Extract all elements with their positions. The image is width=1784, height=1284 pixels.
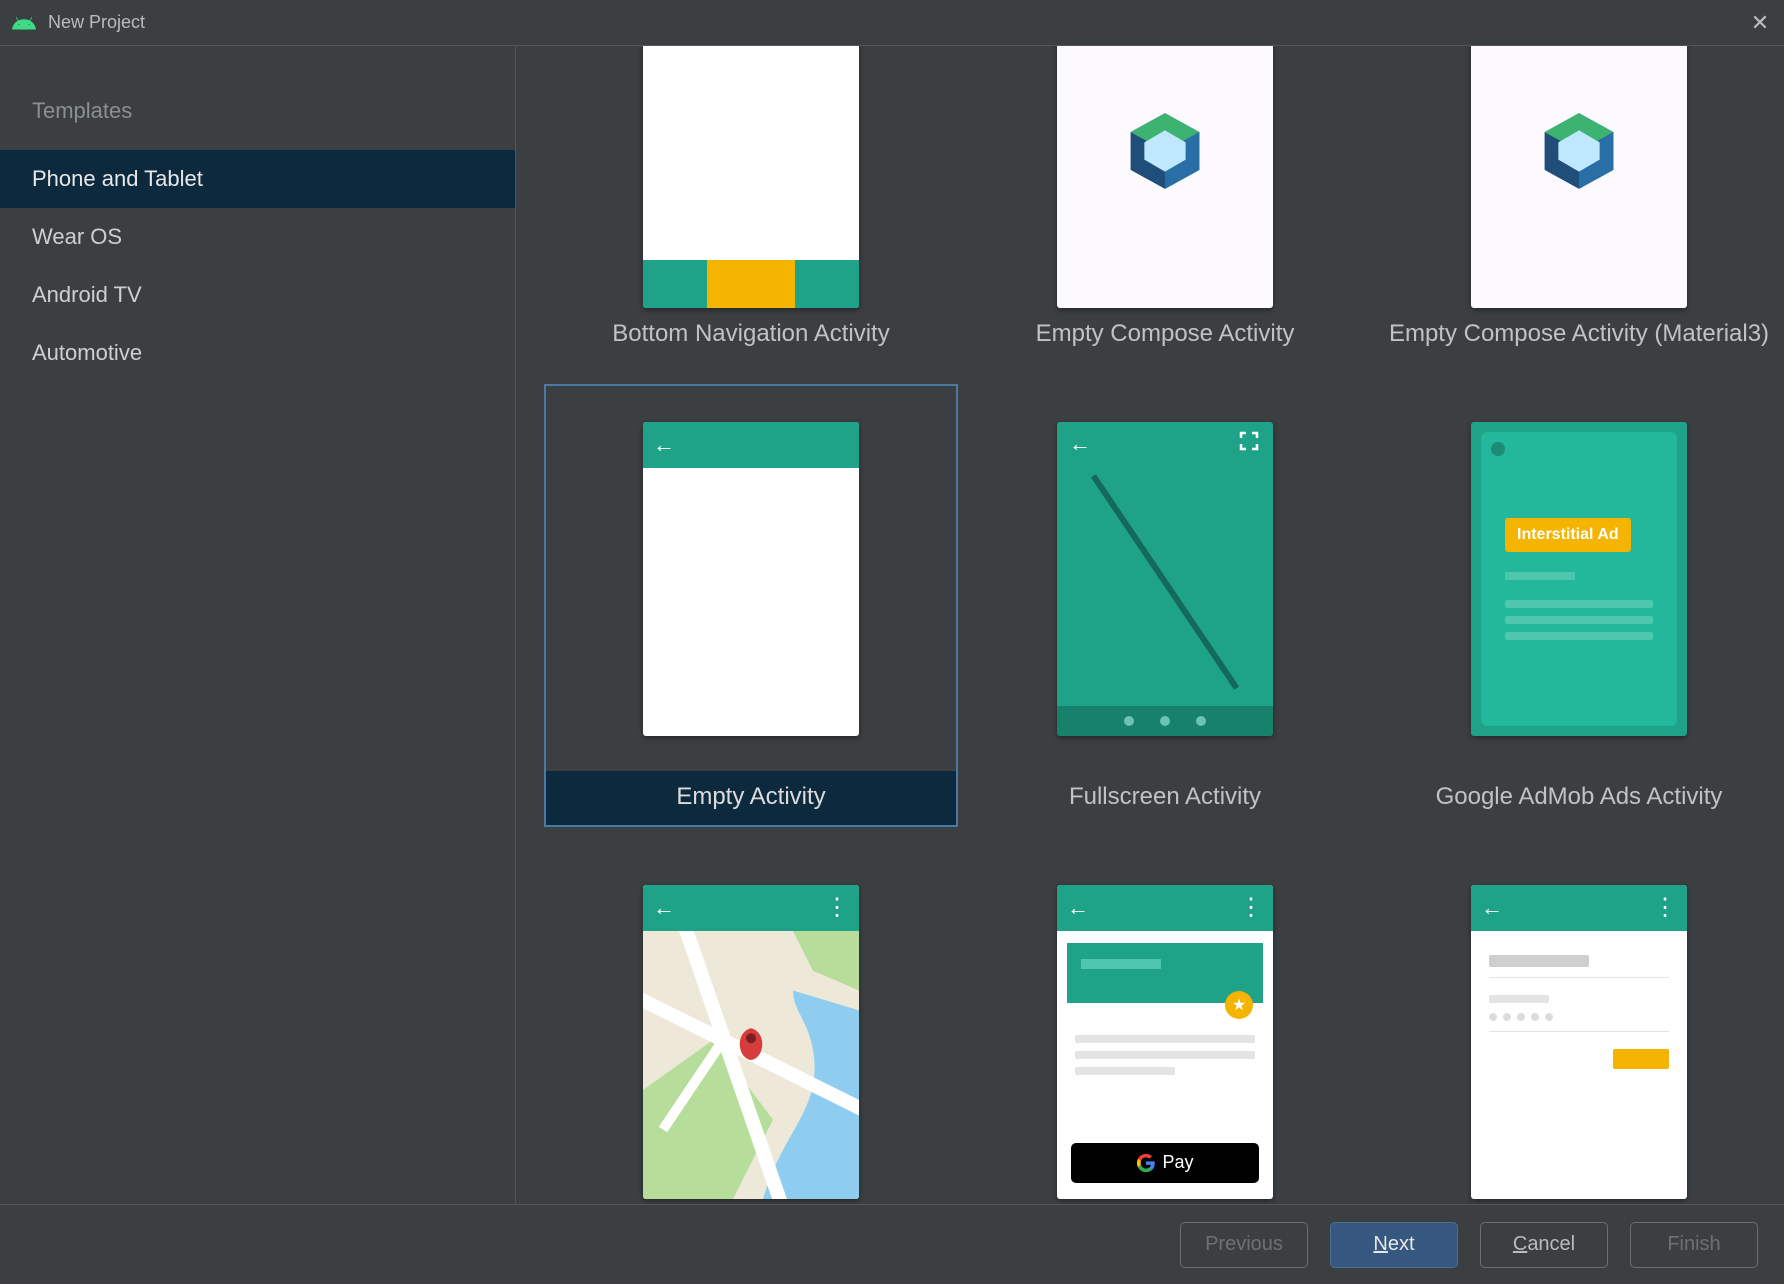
arrow-back-icon bbox=[1069, 431, 1091, 457]
thumbnail bbox=[643, 422, 859, 736]
compose-logo-icon bbox=[1122, 108, 1208, 194]
previous-label: Previous bbox=[1205, 1233, 1283, 1256]
thumbnail bbox=[1471, 46, 1687, 308]
compose-logo-icon bbox=[1536, 108, 1622, 194]
google-pay-button: Pay bbox=[1071, 1143, 1259, 1183]
template-empty-activity[interactable]: Empty Activity bbox=[544, 384, 958, 827]
arrow-back-icon bbox=[1067, 895, 1089, 921]
template-label: Fullscreen Activity bbox=[960, 771, 1370, 825]
sidebar-item-automotive[interactable]: Automotive bbox=[0, 324, 515, 382]
thumbnail bbox=[1057, 46, 1273, 308]
template-label: Empty Compose Activity (Material3) bbox=[1374, 308, 1784, 362]
sidebar-heading: Templates bbox=[0, 86, 515, 150]
sidebar-item-phone-tablet[interactable]: Phone and Tablet bbox=[0, 150, 515, 208]
window-title: New Project bbox=[48, 12, 145, 33]
google-g-icon bbox=[1136, 1153, 1156, 1173]
template-admob[interactable]: Interstitial Ad Google AdMob Ads Activit… bbox=[1372, 384, 1784, 827]
template-fullscreen-activity[interactable]: Fullscreen Activity bbox=[958, 384, 1372, 827]
template-label: Empty Activity bbox=[546, 771, 956, 825]
more-icon bbox=[1653, 893, 1677, 922]
thumbnail: ★ Pay bbox=[1057, 885, 1273, 1199]
more-icon bbox=[1239, 893, 1263, 922]
fullscreen-icon bbox=[1237, 429, 1261, 458]
main-area: Templates Phone and Tablet Wear OS Andro… bbox=[0, 46, 1784, 1204]
cancel-button[interactable]: Cancel bbox=[1480, 1222, 1608, 1268]
sidebar-item-wear-os[interactable]: Wear OS bbox=[0, 208, 515, 266]
sidebar-item-android-tv[interactable]: Android TV bbox=[0, 266, 515, 324]
arrow-back-icon bbox=[653, 895, 675, 921]
titlebar: New Project ✕ bbox=[0, 0, 1784, 46]
template-pay[interactable]: ★ Pay bbox=[958, 847, 1372, 1204]
close-icon[interactable]: ✕ bbox=[1748, 10, 1772, 36]
thumbnail bbox=[1057, 422, 1273, 736]
template-label: Google AdMob Ads Activity bbox=[1374, 771, 1784, 825]
arrow-back-icon bbox=[653, 432, 675, 458]
template-label: Bottom Navigation Activity bbox=[546, 308, 956, 362]
gpay-label: Pay bbox=[1162, 1152, 1193, 1173]
previous-button[interactable]: Previous bbox=[1180, 1222, 1308, 1268]
template-empty-compose-m3[interactable]: Empty Compose Activity (Material3) bbox=[1372, 46, 1784, 364]
finish-button[interactable]: Finish bbox=[1630, 1222, 1758, 1268]
template-bottom-navigation[interactable]: Bottom Navigation Activity bbox=[544, 46, 958, 364]
template-map[interactable] bbox=[544, 847, 958, 1204]
thumbnail bbox=[643, 46, 859, 308]
template-login[interactable] bbox=[1372, 847, 1784, 1204]
more-icon bbox=[825, 893, 849, 922]
arrow-back-icon bbox=[1481, 895, 1503, 921]
thumbnail: Interstitial Ad bbox=[1471, 422, 1687, 736]
interstitial-ad-label: Interstitial Ad bbox=[1505, 518, 1631, 552]
sidebar: Templates Phone and Tablet Wear OS Andro… bbox=[0, 46, 516, 1204]
thumbnail bbox=[1471, 885, 1687, 1199]
template-empty-compose[interactable]: Empty Compose Activity bbox=[958, 46, 1372, 364]
next-button[interactable]: Next bbox=[1330, 1222, 1458, 1268]
cancel-label: Cancel bbox=[1513, 1233, 1575, 1256]
finish-label: Finish bbox=[1667, 1233, 1720, 1256]
android-logo-icon bbox=[12, 11, 36, 35]
wizard-footer: Previous Next Cancel Finish bbox=[0, 1204, 1784, 1284]
thumbnail bbox=[643, 885, 859, 1199]
star-icon: ★ bbox=[1225, 991, 1253, 1019]
template-gallery: Bottom Navigation Activity bbox=[516, 46, 1784, 1204]
template-label: Empty Compose Activity bbox=[960, 308, 1370, 362]
next-label: Next bbox=[1373, 1233, 1414, 1256]
